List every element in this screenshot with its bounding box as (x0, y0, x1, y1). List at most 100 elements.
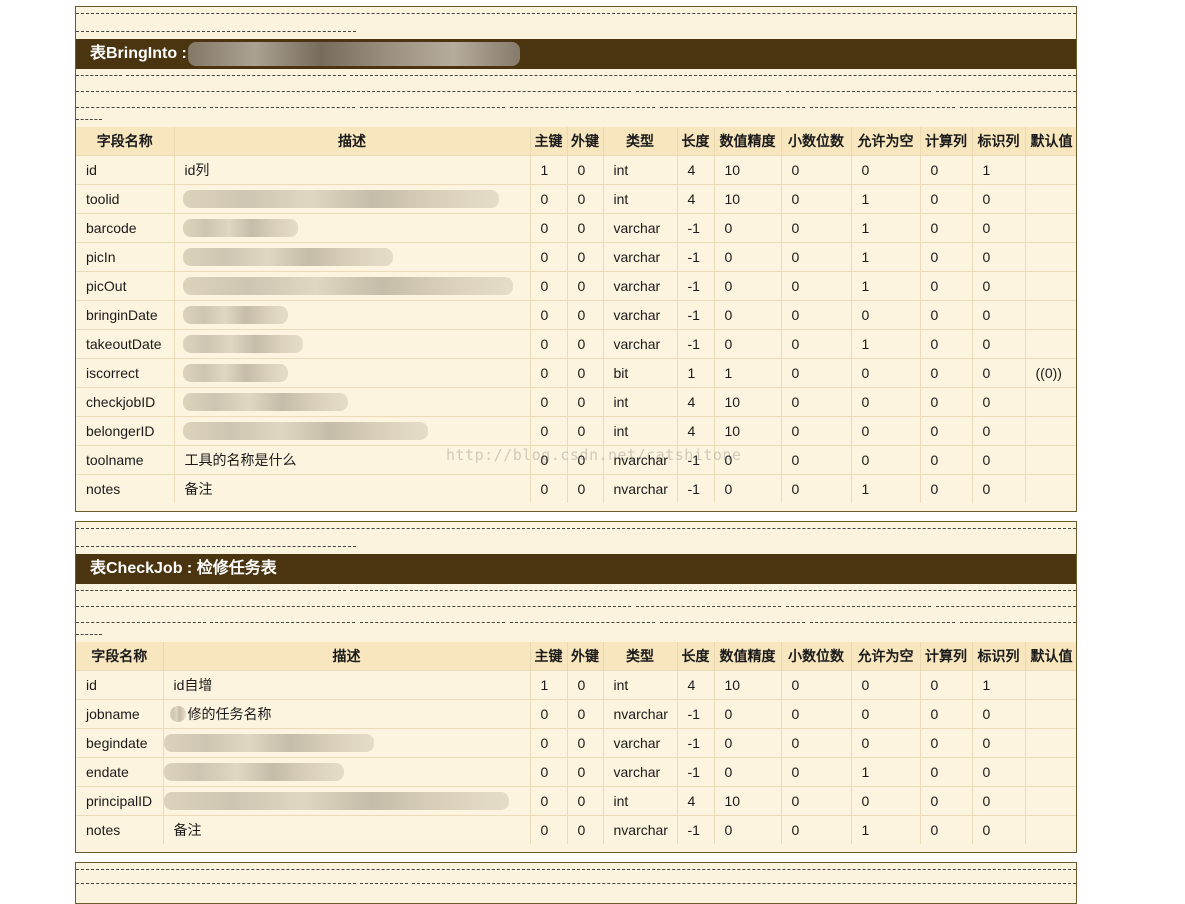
field-name-cell: picIn (76, 242, 175, 272)
description-text: 工具的名称是什么 (184, 452, 297, 468)
precision-cell: 0 (714, 757, 782, 787)
computed-cell: 0 (920, 474, 973, 503)
field-name-cell: toolname (76, 445, 175, 475)
col-header-precision: 数值精度 (714, 642, 782, 671)
col-header-identity: 标识列 (972, 127, 1026, 156)
identity-text: 0 (982, 394, 991, 410)
computed-cell: 0 (920, 300, 973, 330)
primary-key-cell: 0 (530, 445, 568, 475)
col-header-name: 字段名称 (76, 127, 175, 156)
identity-cell: 0 (972, 387, 1026, 417)
length-text: -1 (687, 220, 700, 236)
foreign-key-cell: 0 (567, 670, 604, 700)
description-cell (174, 213, 531, 243)
computed-cell: 0 (920, 757, 973, 787)
length-cell: 4 (677, 416, 715, 446)
type-cell: int (603, 387, 678, 417)
length-cell: -1 (677, 474, 715, 503)
description-text: 备注 (173, 822, 202, 838)
description-cell: id自增 (163, 670, 531, 700)
primary-key-text: 1 (540, 677, 549, 693)
computed-text: 0 (930, 307, 939, 323)
description-text: 备注 (184, 481, 213, 497)
field-name-text: belongerID (86, 423, 155, 439)
table-row: id id自增 1 0 int 4 10 0 0 0 1 (76, 670, 1076, 700)
type-text: nvarchar (613, 452, 668, 468)
scale-cell: 0 (781, 271, 852, 301)
length-cell: 4 (677, 786, 715, 816)
length-text: -1 (687, 278, 700, 294)
length-text: 4 (687, 191, 696, 207)
dashed-separator (76, 536, 1076, 554)
type-cell: int (603, 670, 678, 700)
identity-cell: 0 (972, 728, 1026, 758)
scale-text: 0 (791, 365, 800, 381)
foreign-key-cell: 0 (567, 242, 604, 272)
redacted-description (182, 364, 288, 382)
foreign-key-cell: 0 (567, 184, 604, 214)
precision-cell: 10 (714, 155, 782, 185)
table-row: jobname 修的任务名称 0 0 nvarchar -1 0 0 0 0 0 (76, 699, 1076, 729)
scale-cell: 0 (781, 728, 852, 758)
foreign-key-cell: 0 (567, 815, 604, 844)
precision-text: 10 (724, 423, 741, 439)
dashed-separator (76, 584, 1076, 600)
precision-cell: 10 (714, 416, 782, 446)
scale-cell: 0 (781, 786, 852, 816)
scale-text: 0 (791, 278, 800, 294)
field-name-cell: takeoutDate (76, 329, 175, 359)
redacted-description (182, 422, 428, 440)
default-cell: ((0)) (1025, 358, 1076, 388)
precision-text: 10 (724, 793, 741, 809)
primary-key-cell: 0 (530, 786, 568, 816)
foreign-key-text: 0 (577, 191, 586, 207)
primary-key-cell: 0 (530, 271, 568, 301)
computed-cell: 0 (920, 329, 973, 359)
dashed-separator (76, 101, 1076, 117)
nullable-text: 0 (861, 365, 870, 381)
col-header-desc: 描述 (174, 127, 531, 156)
type-cell: varchar (603, 329, 678, 359)
computed-text: 0 (930, 162, 939, 178)
nullable-text: 0 (861, 307, 870, 323)
scale-cell: 0 (781, 155, 852, 185)
primary-key-text: 0 (540, 394, 549, 410)
precision-cell: 0 (714, 329, 782, 359)
redacted-description (163, 792, 509, 810)
identity-text: 0 (982, 793, 991, 809)
col-header-nullable: 允许为空 (851, 642, 921, 671)
identity-cell: 0 (972, 184, 1026, 214)
field-name-text: iscorrect (86, 365, 139, 381)
foreign-key-text: 0 (577, 394, 586, 410)
type-text: varchar (613, 249, 661, 265)
length-text: 4 (687, 677, 696, 693)
table-header-row: 字段名称 描述 主键 外键 类型 长度 数值精度 小数位数 允许为空 计算列 标… (76, 642, 1076, 671)
col-header-name: 字段名称 (76, 642, 164, 671)
scale-cell: 0 (781, 387, 852, 417)
primary-key-cell: 0 (530, 300, 568, 330)
computed-text: 0 (930, 220, 939, 236)
col-header-default: 默认值 (1025, 642, 1076, 671)
precision-cell: 0 (714, 300, 782, 330)
computed-text: 0 (930, 249, 939, 265)
scale-cell: 0 (781, 670, 852, 700)
length-cell: -1 (677, 815, 715, 844)
precision-cell: 10 (714, 670, 782, 700)
field-name-cell: id (76, 670, 164, 700)
description-cell (163, 786, 531, 816)
foreign-key-text: 0 (577, 249, 586, 265)
identity-text: 0 (982, 220, 991, 236)
length-cell: -1 (677, 757, 715, 787)
dashed-separator (76, 600, 1076, 616)
length-text: 4 (687, 423, 696, 439)
description-cell (174, 271, 531, 301)
precision-cell: 10 (714, 184, 782, 214)
field-name-text: jobname (86, 706, 140, 722)
scale-text: 0 (791, 249, 800, 265)
table-title: 表CheckJob : 检修任务表 (90, 560, 277, 577)
primary-key-text: 0 (540, 365, 549, 381)
description-cell (163, 728, 531, 758)
scale-cell: 0 (781, 358, 852, 388)
precision-text: 0 (724, 278, 733, 294)
length-text: -1 (687, 764, 700, 780)
